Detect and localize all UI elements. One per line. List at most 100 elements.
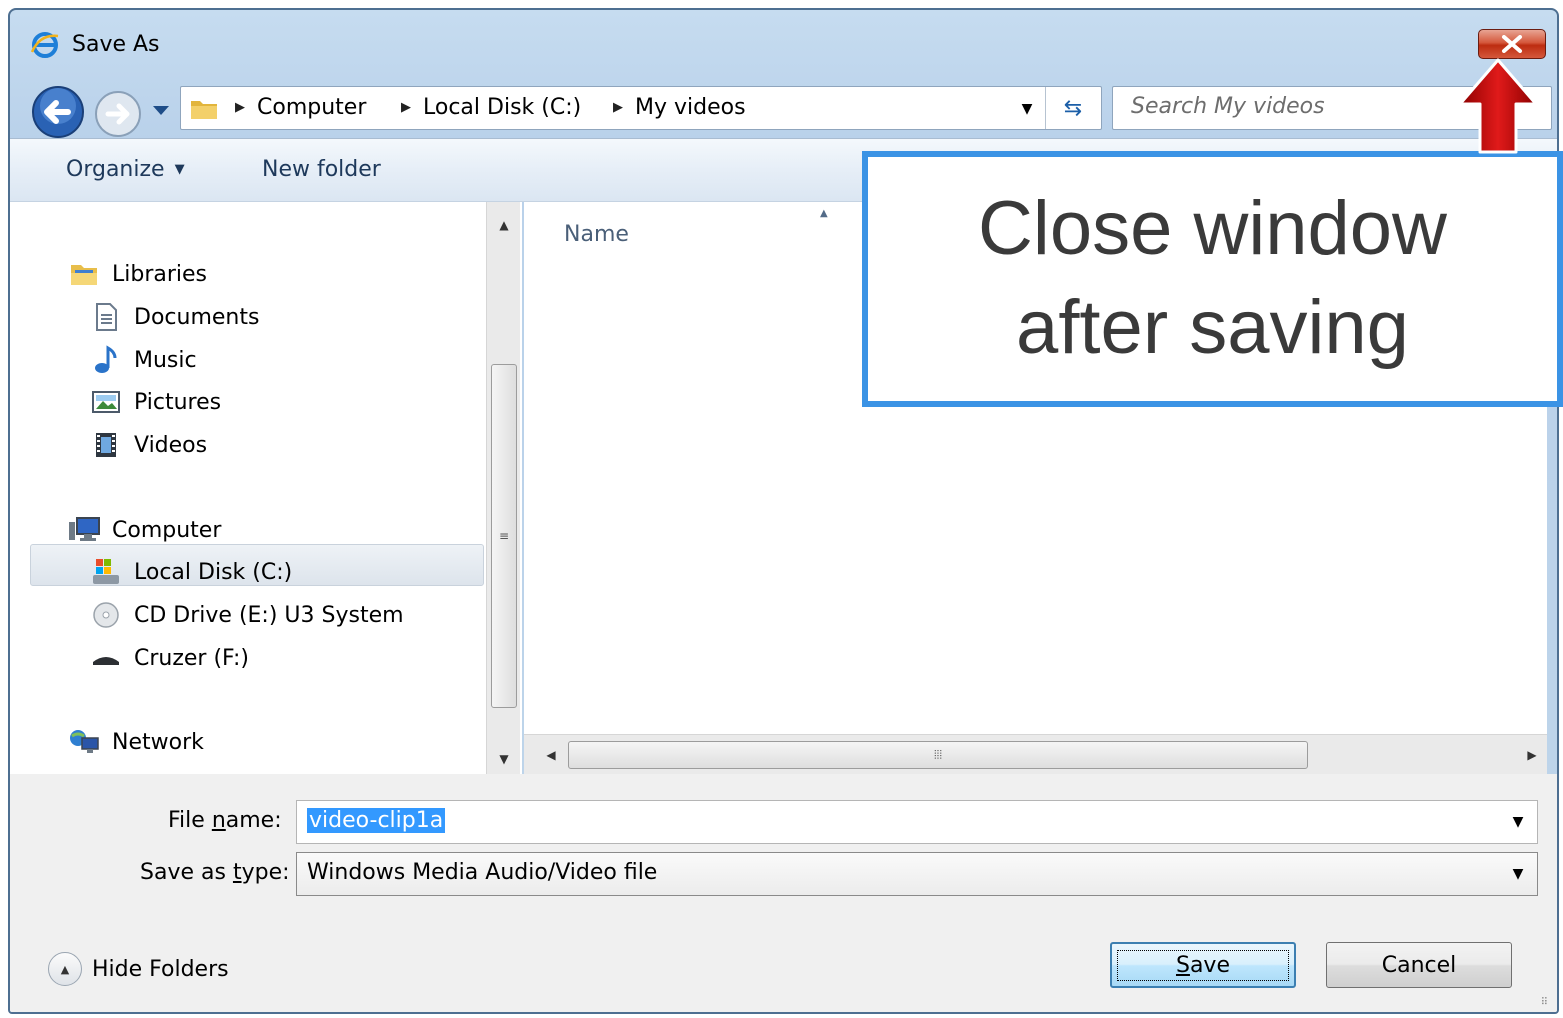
- nav-item-cd-drive[interactable]: CD Drive (E:) U3 System: [90, 595, 404, 635]
- save-type-select[interactable]: Windows Media Audio/Video file ▼: [296, 852, 1538, 896]
- breadcrumb-local-disk[interactable]: ▶ Local Disk (C:): [401, 95, 581, 120]
- resize-grip-icon[interactable]: ⠿: [1541, 997, 1549, 1008]
- chevron-up-icon: ▲: [48, 952, 82, 986]
- scroll-left-icon[interactable]: ◀: [536, 735, 566, 775]
- scroll-up-icon[interactable]: ▲: [487, 210, 521, 240]
- folder-icon: [191, 101, 217, 119]
- new-folder-label: New folder: [262, 157, 381, 182]
- breadcrumb-computer[interactable]: ▶ Computer: [235, 95, 366, 120]
- chevron-right-icon: ▶: [613, 100, 623, 115]
- nav-label: Cruzer (F:): [134, 645, 249, 671]
- hide-folders-button[interactable]: ▲ Hide Folders: [48, 952, 229, 986]
- breadcrumb-my-videos[interactable]: ▶ My videos: [613, 95, 746, 120]
- nav-item-music[interactable]: Music: [90, 340, 197, 380]
- label-accesskey: S: [1175, 952, 1190, 978]
- save-form: File name: video-clip1a ▼ Save as type: …: [10, 774, 1557, 1012]
- file-name-dropdown-button[interactable]: ▼: [1505, 807, 1531, 837]
- nav-item-libraries[interactable]: Libraries: [68, 254, 207, 294]
- sort-ascending-icon: ▲: [820, 208, 828, 219]
- label-part: File: [168, 808, 212, 833]
- libraries-icon: [68, 258, 100, 290]
- nav-item-computer[interactable]: Computer: [68, 510, 221, 550]
- nav-item-cruzer[interactable]: Cruzer (F:): [90, 638, 249, 678]
- computer-icon: [68, 514, 100, 546]
- breadcrumb-label: Computer: [257, 95, 367, 120]
- music-icon: [90, 344, 122, 376]
- new-folder-button[interactable]: New folder: [262, 157, 381, 182]
- nav-item-videos[interactable]: Videos: [90, 425, 207, 465]
- navigation-row: ▶ Computer ▶ Local Disk (C:) ▶ My videos ▼ …: [10, 76, 1557, 138]
- cancel-button-label: Cancel: [1381, 952, 1457, 978]
- title-bar: Save As: [10, 10, 1557, 76]
- window-title: Save As: [72, 32, 160, 57]
- save-button-label: Save: [1116, 949, 1289, 981]
- nav-label: Documents: [134, 304, 260, 330]
- address-separator: [1045, 87, 1046, 129]
- label-part: ype:: [241, 860, 290, 885]
- save-button[interactable]: Save: [1110, 942, 1296, 988]
- chevron-right-icon: ▶: [401, 100, 411, 115]
- close-window-button[interactable]: [1478, 29, 1546, 59]
- pictures-icon: [90, 386, 122, 418]
- annotation-line: Close window: [978, 186, 1447, 272]
- nav-item-local-disk[interactable]: Local Disk (C:): [90, 552, 292, 592]
- nav-label: Music: [134, 347, 197, 373]
- scroll-thumb[interactable]: ≡: [491, 364, 517, 708]
- nav-item-documents[interactable]: Documents: [90, 297, 259, 337]
- refresh-icon: ⇆: [1063, 95, 1083, 121]
- refresh-button[interactable]: ⇆: [1053, 93, 1093, 123]
- recent-pages-dropdown[interactable]: [150, 100, 172, 120]
- label-part: ame:: [225, 808, 282, 833]
- documents-icon: [90, 301, 122, 333]
- forward-button[interactable]: [92, 88, 144, 140]
- file-name-field[interactable]: video-clip1a ▼: [296, 800, 1538, 844]
- file-name-label: File name:: [168, 808, 282, 833]
- nav-item-pictures[interactable]: Pictures: [90, 382, 221, 422]
- hide-folders-label: Hide Folders: [92, 956, 229, 982]
- videos-icon: [90, 429, 122, 461]
- internet-explorer-icon: [30, 32, 59, 58]
- caret-down-icon: ▼: [174, 162, 185, 177]
- label-part: ave: [1189, 952, 1230, 978]
- scroll-right-icon[interactable]: ▶: [1517, 735, 1547, 775]
- address-dropdown-button[interactable]: ▼: [1013, 95, 1041, 123]
- organize-menu-button[interactable]: Organize ▼: [66, 157, 185, 182]
- network-icon: [68, 726, 100, 758]
- save-type-value: Windows Media Audio/Video file: [307, 860, 658, 885]
- nav-label: Computer: [112, 517, 222, 543]
- nav-label: Libraries: [112, 261, 208, 287]
- annotation-callout: Close window after saving: [862, 151, 1563, 407]
- local-disk-icon: [90, 556, 122, 588]
- save-type-label: Save as type:: [140, 860, 290, 885]
- nav-item-network[interactable]: Network: [68, 722, 204, 762]
- label-accesskey: n: [211, 808, 226, 833]
- horizontal-scrollbar[interactable]: ◀ ⦙⦙⦙ ▶: [524, 734, 1547, 774]
- address-bar[interactable]: ▶ Computer ▶ Local Disk (C:) ▶ My videos ▼ …: [180, 86, 1102, 130]
- nav-label: Pictures: [134, 389, 222, 415]
- label-accesskey: t: [232, 860, 242, 885]
- nav-label: Videos: [134, 432, 208, 458]
- organize-label: Organize: [66, 157, 165, 182]
- nav-pane-scrollbar[interactable]: ▲ ≡ ▼: [486, 202, 520, 774]
- label-part: Save as: [140, 860, 233, 885]
- save-type-dropdown-button[interactable]: ▼: [1505, 859, 1531, 889]
- chevron-right-icon: ▶: [235, 100, 245, 115]
- nav-label: Local Disk (C:): [134, 559, 293, 585]
- scroll-down-icon[interactable]: ▼: [487, 744, 521, 774]
- cd-drive-icon: [90, 599, 122, 631]
- breadcrumb-label: My videos: [635, 95, 746, 120]
- annotation-line: after saving: [1016, 285, 1409, 370]
- scroll-thumb-horizontal[interactable]: ⦙⦙⦙: [568, 741, 1308, 769]
- file-name-value[interactable]: video-clip1a: [307, 808, 446, 833]
- search-placeholder: Search My videos: [1131, 94, 1325, 119]
- back-button[interactable]: [30, 84, 86, 140]
- navigation-pane: Libraries Documents Music Pictures Video…: [10, 202, 522, 774]
- nav-label: CD Drive (E:) U3 System: [134, 602, 404, 628]
- close-icon: [1502, 35, 1522, 53]
- cancel-button[interactable]: Cancel: [1326, 942, 1512, 988]
- breadcrumb-label: Local Disk (C:): [423, 95, 582, 120]
- usb-drive-icon: [90, 642, 122, 674]
- column-header-name[interactable]: Name: [564, 222, 629, 247]
- nav-label: Network: [112, 729, 204, 755]
- red-arrow-up-icon: [1458, 58, 1538, 154]
